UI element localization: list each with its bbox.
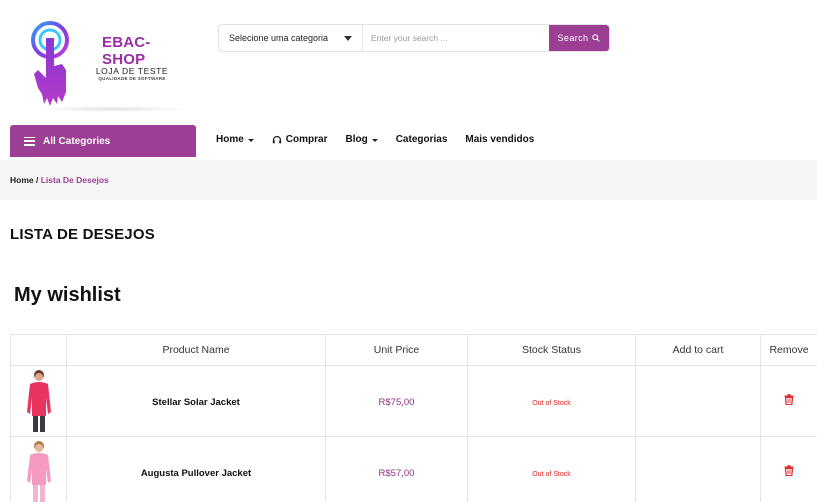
- stock-status: Out of Stock: [532, 471, 571, 478]
- main-nav: Home Comprar Blog Categorias Mais vendid…: [216, 134, 534, 145]
- nav-item-categorias[interactable]: Categorias: [396, 134, 448, 145]
- nav-item-home-label: Home: [216, 134, 244, 145]
- caret-down-icon: [247, 138, 254, 142]
- table-header-row: Product Name Unit Price Stock Status Add…: [10, 334, 817, 366]
- menu-icon: [24, 136, 35, 146]
- category-select[interactable]: Selecione uma categoria: [219, 25, 363, 51]
- breadcrumb: Home / Lista De Desejos: [10, 175, 109, 185]
- add-to-cart-cell: [635, 436, 761, 502]
- column-header-unit-price: Unit Price: [325, 334, 468, 366]
- column-header-add-to-cart: Add to cart: [635, 334, 761, 366]
- column-header-product-name: Product Name: [66, 334, 326, 366]
- breadcrumb-bar: [0, 160, 817, 200]
- caret-down-icon: [371, 138, 378, 142]
- nav-item-comprar-label: Comprar: [285, 134, 328, 145]
- unit-price: R$57,00: [378, 468, 415, 479]
- wishlist-title: My wishlist: [14, 284, 121, 306]
- wishlist-table: Product Name Unit Price Stock Status Add…: [10, 334, 817, 502]
- page-title: LISTA DE DESEJOS: [10, 226, 155, 243]
- logo-hand-icon: [31, 21, 69, 106]
- add-to-cart-cell: [635, 365, 761, 437]
- breadcrumb-current: Lista De Desejos: [40, 175, 109, 185]
- brand-tagline: LOJA DE TESTE: [95, 66, 169, 76]
- all-categories-label: All Categories: [43, 135, 111, 147]
- search-input[interactable]: [363, 25, 549, 51]
- product-image-cell[interactable]: [10, 436, 67, 502]
- logo-shadow: [38, 106, 188, 112]
- product-image-pink-pullover[interactable]: [22, 439, 56, 502]
- breadcrumb-home-link[interactable]: Home: [10, 175, 34, 185]
- nav-item-home[interactable]: Home: [216, 134, 254, 145]
- search-button[interactable]: Search: [549, 25, 609, 51]
- search-icon: [592, 34, 601, 42]
- stock-status: Out of Stock: [532, 400, 571, 407]
- nav-item-mais-vendidos[interactable]: Mais vendidos: [465, 134, 534, 145]
- site-logo[interactable]: EBAC-SHOP LOJA DE TESTE QUALIDADE DE SOF…: [24, 18, 188, 112]
- search-button-label: Search: [557, 33, 589, 43]
- nav-item-categorias-label: Categorias: [395, 134, 448, 145]
- headset-icon: [272, 135, 281, 143]
- all-categories-button[interactable]: All Categories: [10, 125, 196, 157]
- product-image-pink-jacket[interactable]: [22, 368, 56, 434]
- column-header-image: [10, 334, 67, 366]
- caret-down-icon: [344, 35, 352, 41]
- remove-cell: [760, 436, 817, 502]
- nav-item-comprar[interactable]: Comprar: [272, 134, 328, 145]
- product-name-link[interactable]: Stellar Solar Jacket: [152, 397, 240, 408]
- nav-item-blog[interactable]: Blog: [345, 134, 378, 145]
- unit-price: R$75,00: [378, 397, 415, 408]
- trash-icon[interactable]: [784, 465, 794, 476]
- trash-icon[interactable]: [784, 394, 794, 405]
- breadcrumb-separator: /: [33, 175, 41, 185]
- table-row: Stellar Solar Jacket R$75,00 Out of Stoc…: [10, 365, 817, 437]
- nav-item-mais-vendidos-label: Mais vendidos: [465, 134, 535, 145]
- column-header-remove: Remove: [760, 334, 817, 366]
- product-name-link[interactable]: Augusta Pullover Jacket: [141, 468, 251, 479]
- nav-item-blog-label: Blog: [345, 134, 368, 145]
- brand-subtagline: QUALIDADE DE SOFTWARE: [98, 76, 166, 81]
- category-select-label: Selecione uma categoria: [229, 33, 329, 43]
- search-bar: Selecione uma categoria Search: [218, 24, 610, 52]
- table-row: Augusta Pullover Jacket R$57,00 Out of S…: [10, 436, 817, 502]
- column-header-stock-status: Stock Status: [467, 334, 636, 366]
- product-image-cell[interactable]: [10, 365, 67, 437]
- brand-name: EBAC-SHOP: [102, 34, 151, 68]
- remove-cell: [760, 365, 817, 437]
